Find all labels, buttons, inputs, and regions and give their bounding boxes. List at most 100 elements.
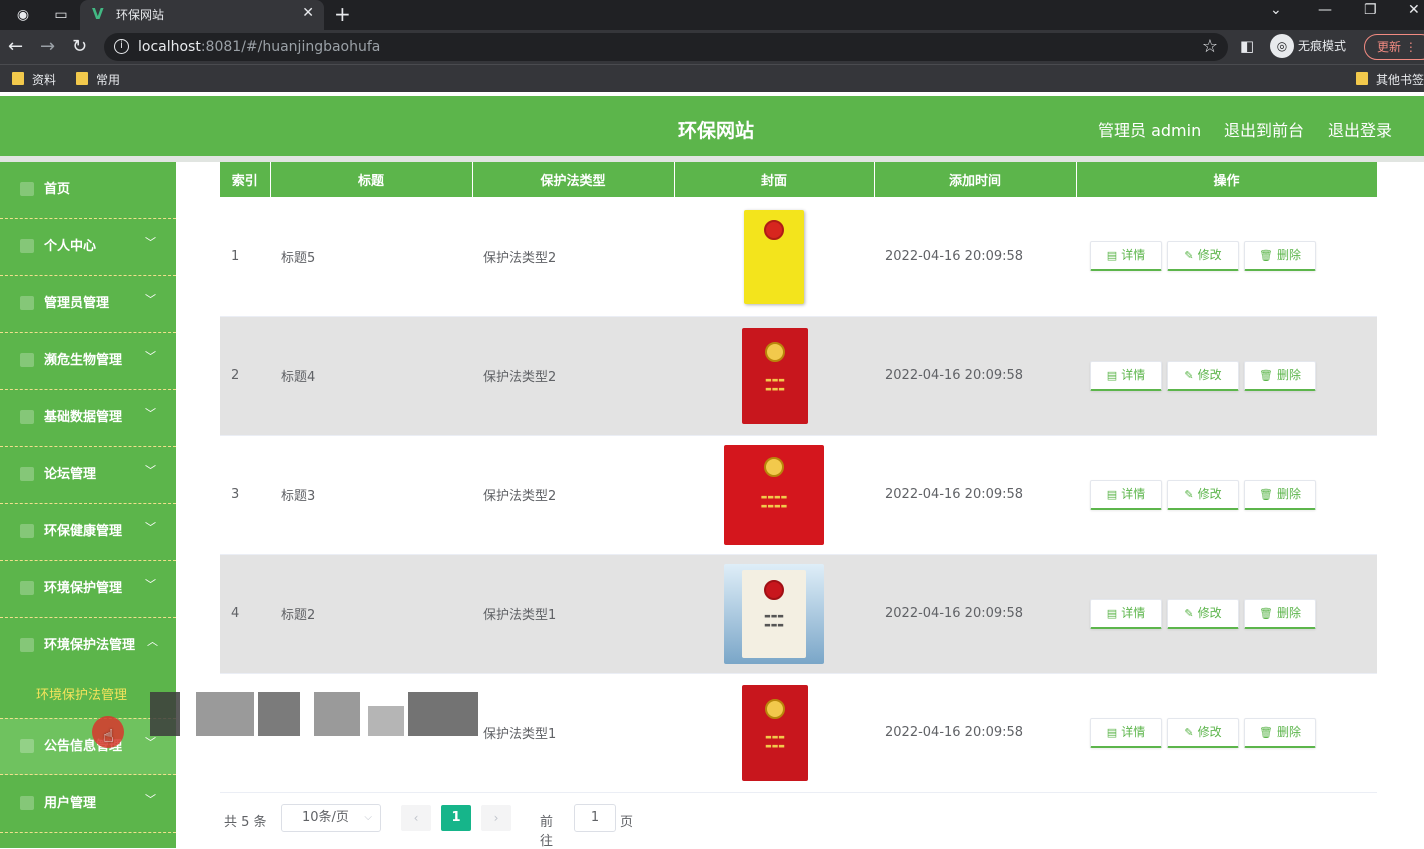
edit-button[interactable]: ✎ 修改	[1167, 598, 1239, 629]
law-icon	[20, 638, 34, 652]
incognito-indicator[interactable]: ◎ 无痕模式	[1270, 34, 1346, 58]
page-suffix-label: 页	[620, 815, 634, 830]
window-icon[interactable]: ▭	[52, 6, 70, 24]
sidebar-item-endangered[interactable]: 濒危生物管理 ﹀	[0, 333, 176, 390]
cover-image[interactable]: ▬▬▬ ▬▬▬	[724, 683, 824, 783]
delete-button[interactable]: 🗑 删除	[1244, 717, 1316, 748]
sidebar-item-label: 用户管理	[44, 796, 97, 811]
cell-cover: ▬▬▬▬ ▬▬▬▬	[674, 435, 874, 555]
vue-logo-icon: V	[92, 5, 104, 23]
minimize-button[interactable]: —	[1318, 2, 1332, 18]
sidebar-item-profile[interactable]: 个人中心 ﹀	[0, 219, 176, 276]
detail-button[interactable]: ▤ 详情	[1090, 360, 1162, 391]
exit-to-front-link[interactable]: 退出到前台	[1224, 117, 1304, 141]
delete-button[interactable]: 🗑 删除	[1244, 598, 1316, 629]
sidebar-item-basedata[interactable]: 基础数据管理 ﹀	[0, 390, 176, 447]
cover-image[interactable]	[724, 206, 824, 306]
cell-time: 2022-04-16 20:09:58	[874, 197, 1076, 317]
col-header-index[interactable]: 索引	[220, 162, 271, 197]
sidebar-item-notice[interactable]: 公告信息管理 ﹀	[0, 718, 176, 775]
logout-link[interactable]: 退出登录	[1328, 117, 1392, 141]
close-icon[interactable]: ✕	[302, 5, 314, 21]
sidebar: 首页 个人中心 ﹀ 管理员管理 ﹀ 濒危生物管理 ﹀ 基础数据管理 ﹀ 论坛管理…	[0, 162, 176, 848]
delete-button[interactable]: 🗑 删除	[1244, 479, 1316, 510]
document-icon: ▤	[1106, 487, 1118, 501]
chevron-down-icon: ﹀	[145, 236, 156, 249]
chevron-down-icon: ﹀	[145, 293, 156, 306]
sidebar-item-admins[interactable]: 管理员管理 ﹀	[0, 276, 176, 333]
reload-icon[interactable]: ↻	[72, 36, 87, 57]
sidebar-item-home[interactable]: 首页	[0, 162, 176, 219]
edit-button[interactable]: ✎ 修改	[1167, 717, 1239, 748]
page-number-current[interactable]: 1	[441, 805, 471, 831]
database-icon	[20, 410, 34, 424]
url-input[interactable]: i localhost:8081/#/huanjingbaohufa ☆	[104, 33, 1228, 61]
trash-icon: 🗑	[1259, 368, 1273, 382]
chevron-up-icon: ︿	[147, 635, 158, 648]
trash-icon: 🗑	[1259, 487, 1273, 501]
edit-button[interactable]: ✎ 修改	[1167, 360, 1239, 391]
home-icon	[20, 182, 34, 196]
other-bookmarks[interactable]: 其他书签	[1356, 71, 1424, 88]
sidebar-item-protection-law[interactable]: 环境保护法管理 ︿	[0, 618, 176, 675]
goto-label: 前往	[540, 815, 554, 849]
close-window-button[interactable]: ✕	[1408, 2, 1420, 18]
cover-image[interactable]: ▬▬▬ ▬▬▬	[724, 326, 824, 426]
new-tab-button[interactable]: +	[334, 2, 351, 26]
table-header-row: 索引 标题 保护法类型 封面 添加时间 操作	[220, 162, 1378, 197]
chevron-down-icon[interactable]: ⌄	[1270, 2, 1282, 18]
cell-actions: ▤ 详情 ✎ 修改 🗑 删除	[1076, 316, 1377, 436]
cover-image[interactable]: ▬▬▬▬ ▬▬▬▬	[724, 444, 824, 545]
table-row: 2 标题4 保护法类型2 ▬▬▬ ▬▬▬ 2022-04-16 20:09:58 ▤ 详情 ✎ 修…	[220, 316, 1377, 436]
col-header-cover[interactable]: 封面	[674, 162, 875, 197]
detail-button[interactable]: ▤ 详情	[1090, 598, 1162, 629]
cell-title: 标题5	[270, 197, 472, 317]
back-arrow-icon[interactable]: ←	[8, 36, 23, 57]
sidebar-item-protection[interactable]: 环境保护管理 ﹀	[0, 561, 176, 618]
goto-page-input[interactable]: 1	[574, 804, 616, 832]
prev-page-button[interactable]: ‹	[401, 805, 431, 831]
edit-button[interactable]: ✎ 修改	[1167, 241, 1239, 272]
delete-button[interactable]: 🗑 删除	[1244, 360, 1316, 391]
sidebar-item-health[interactable]: 环保健康管理 ﹀	[0, 504, 176, 561]
detail-button[interactable]: ▤ 详情	[1090, 479, 1162, 510]
update-button[interactable]: 更新 ⋮	[1364, 34, 1424, 60]
edit-button[interactable]: ✎ 修改	[1167, 479, 1239, 510]
cover-image[interactable]: ▬▬▬ ▬▬▬	[724, 563, 824, 664]
bookmark-folder[interactable]: 资料	[12, 71, 56, 88]
col-header-time[interactable]: 添加时间	[874, 162, 1077, 197]
star-icon[interactable]: ☆	[1202, 36, 1218, 57]
total-count: 共 5 条	[224, 815, 267, 830]
pencil-icon: ✎	[1184, 368, 1194, 382]
delete-button[interactable]: 🗑 删除	[1244, 241, 1316, 272]
cell-index: 1	[220, 197, 270, 317]
restore-button[interactable]: ❐	[1364, 2, 1377, 18]
cell-type: 保护法类型2	[472, 197, 674, 317]
browser-tab[interactable]: V 环保网站 ✕	[80, 0, 324, 30]
cell-type: 保护法类型1	[472, 673, 674, 793]
main-content: 索引 标题 保护法类型 封面 添加时间 操作 1 标题5 保护法类型2 2022-04…	[176, 162, 1424, 849]
sidebar-item-users[interactable]: 用户管理 ﹀	[0, 776, 176, 833]
cell-index: 4	[220, 554, 270, 674]
cell-index: 3	[220, 435, 270, 555]
detail-button[interactable]: ▤ 详情	[1090, 717, 1162, 748]
globe-icon[interactable]: ◉	[14, 6, 32, 24]
next-page-button[interactable]: ›	[481, 805, 511, 831]
cell-time: 2022-04-16 20:09:58	[874, 554, 1076, 674]
page-size-select[interactable]: 10条/页 ⌵	[281, 804, 381, 832]
cell-cover: ▬▬▬ ▬▬▬	[674, 554, 874, 674]
sidebar-item-forum[interactable]: 论坛管理 ﹀	[0, 447, 176, 504]
detail-button[interactable]: ▤ 详情	[1090, 241, 1162, 272]
col-header-title[interactable]: 标题	[270, 162, 473, 197]
cell-title: 标题4	[270, 316, 472, 436]
col-header-type[interactable]: 保护法类型	[472, 162, 675, 197]
info-icon[interactable]: i	[114, 39, 129, 54]
pencil-icon: ✎	[1184, 249, 1194, 263]
cell-cover: ▬▬▬ ▬▬▬	[674, 316, 874, 436]
bookmark-folder[interactable]: 常用	[76, 71, 120, 88]
submenu-item-protection-law[interactable]: 环境保护法管理	[0, 668, 176, 718]
forward-arrow-icon[interactable]: →	[40, 36, 55, 57]
trash-icon: 🗑	[1259, 606, 1273, 620]
side-panel-icon[interactable]: ◧	[1240, 37, 1254, 55]
tab-title: 环保网站	[116, 8, 165, 22]
